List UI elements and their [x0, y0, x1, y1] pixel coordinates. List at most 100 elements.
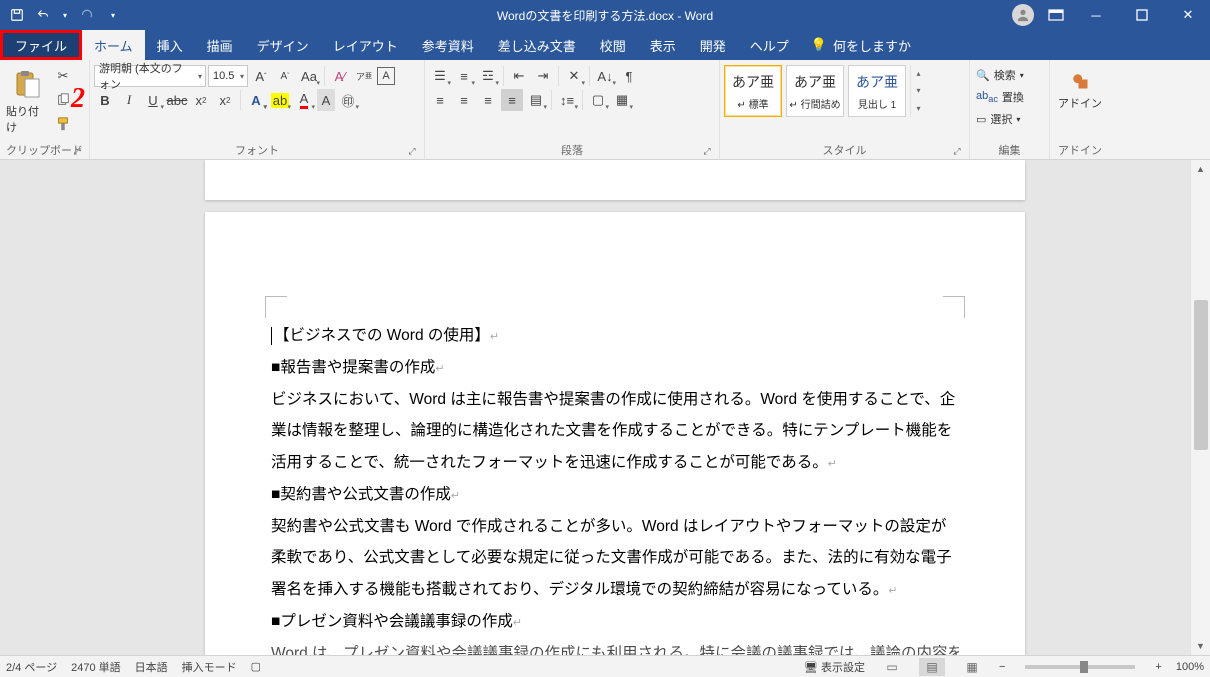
- tab-draw[interactable]: 描画: [195, 30, 245, 60]
- font-name-combo[interactable]: 游明朝 (本文のフォン: [94, 65, 206, 87]
- line-spacing-icon[interactable]: ↕≡: [556, 89, 578, 111]
- status-word-count[interactable]: 2470 単語: [71, 659, 121, 675]
- zoom-level[interactable]: 100%: [1176, 661, 1204, 673]
- clear-formatting-icon[interactable]: A⁄: [329, 65, 351, 87]
- macro-recording-icon[interactable]: ▢: [251, 660, 261, 673]
- margin-corner-tl: [265, 296, 287, 318]
- enclose-characters-icon[interactable]: ㊞: [337, 89, 359, 111]
- paragraph-launcher-icon[interactable]: ⤢: [701, 145, 713, 157]
- style-heading1[interactable]: あア亜 見出し 1: [848, 65, 906, 117]
- select-button[interactable]: ▭選択▾: [974, 109, 1026, 129]
- underline-icon[interactable]: U: [142, 89, 164, 111]
- status-language[interactable]: 日本語: [135, 659, 168, 675]
- view-print-layout-icon[interactable]: ▤: [919, 658, 945, 676]
- scroll-thumb[interactable]: [1194, 300, 1208, 450]
- italic-icon[interactable]: I: [118, 89, 140, 111]
- style-no-spacing[interactable]: あア亜 ↵ 行間詰め: [786, 65, 844, 117]
- justify-icon[interactable]: ≡: [501, 89, 523, 111]
- bullets-icon[interactable]: ☰: [429, 65, 451, 87]
- qat-customize-icon[interactable]: ▾: [104, 6, 122, 24]
- close-button[interactable]: ✕: [1166, 1, 1210, 29]
- tab-help[interactable]: ヘルプ: [738, 30, 801, 60]
- paste-button[interactable]: 貼り付け: [4, 65, 50, 139]
- grow-font-icon[interactable]: Aˆ: [250, 65, 272, 87]
- document-body[interactable]: 【ビジネスでの Word の使用】↵ ■報告書や提案書の作成↵ ビジネスにおいて…: [271, 320, 959, 655]
- increase-indent-icon[interactable]: ⇥: [532, 65, 554, 87]
- undo-icon[interactable]: [34, 6, 52, 24]
- view-web-layout-icon[interactable]: ▦: [959, 658, 985, 676]
- zoom-out-button[interactable]: −: [999, 661, 1005, 673]
- vertical-scrollbar[interactable]: ▲ ▼: [1190, 160, 1210, 655]
- tab-file[interactable]: ファイル: [0, 30, 82, 60]
- character-shading-icon[interactable]: A: [317, 89, 335, 111]
- tab-layout[interactable]: レイアウト: [321, 30, 410, 60]
- align-center-icon[interactable]: ≡: [453, 89, 475, 111]
- font-color-icon[interactable]: A: [293, 89, 315, 111]
- align-left-icon[interactable]: ≡: [429, 89, 451, 111]
- minimize-button[interactable]: ─: [1074, 1, 1118, 29]
- zoom-slider-handle[interactable]: [1080, 661, 1088, 673]
- scroll-down-icon[interactable]: ▼: [1191, 637, 1210, 655]
- search-icon: 🔍: [976, 69, 990, 82]
- cut-icon[interactable]: ✂: [52, 65, 74, 87]
- ribbon-display-options-icon[interactable]: [1040, 1, 1072, 29]
- scroll-up-icon[interactable]: ▲: [1191, 160, 1210, 178]
- character-border-icon[interactable]: A: [377, 67, 395, 85]
- display-settings[interactable]: 🖥 表示設定: [804, 659, 865, 675]
- zoom-in-button[interactable]: +: [1155, 661, 1161, 673]
- tab-developer[interactable]: 開発: [688, 30, 738, 60]
- bulb-icon: 💡: [811, 37, 827, 53]
- styles-launcher-icon[interactable]: ⤢: [951, 145, 963, 157]
- subscript-icon[interactable]: x2: [190, 89, 212, 111]
- superscript-icon[interactable]: x2: [214, 89, 236, 111]
- align-right-icon[interactable]: ≡: [477, 89, 499, 111]
- tab-home[interactable]: ホーム: [82, 30, 145, 60]
- show-marks-icon[interactable]: ¶: [618, 65, 640, 87]
- shading-icon[interactable]: ▢: [587, 89, 609, 111]
- copy-icon[interactable]: [52, 89, 74, 111]
- undo-dropdown-icon[interactable]: ▾: [60, 6, 70, 24]
- clipboard-launcher-icon[interactable]: ⤢: [71, 145, 83, 157]
- numbering-icon[interactable]: ≡: [453, 65, 475, 87]
- highlight-icon[interactable]: ab: [269, 89, 291, 111]
- asian-layout-icon[interactable]: ✕: [563, 65, 585, 87]
- zoom-slider[interactable]: [1025, 665, 1135, 669]
- shrink-font-icon[interactable]: Aˇ: [274, 65, 296, 87]
- status-page[interactable]: 2/4 ページ: [6, 659, 57, 675]
- tab-review[interactable]: 校閲: [588, 30, 638, 60]
- format-painter-icon[interactable]: [52, 113, 74, 135]
- status-insert-mode[interactable]: 挿入モード: [182, 659, 237, 675]
- sort-icon[interactable]: A↓: [594, 65, 616, 87]
- user-avatar[interactable]: [1012, 4, 1034, 26]
- distributed-icon[interactable]: ▤: [525, 89, 547, 111]
- bold-icon[interactable]: B: [94, 89, 116, 111]
- strikethrough-icon[interactable]: abc: [166, 89, 188, 111]
- font-launcher-icon[interactable]: ⤢: [406, 145, 418, 157]
- replace-button[interactable]: abac置換: [974, 87, 1026, 107]
- autosave-icon[interactable]: [8, 6, 26, 24]
- tab-design[interactable]: デザイン: [245, 30, 321, 60]
- text-effects-icon[interactable]: A: [245, 89, 267, 111]
- tab-view[interactable]: 表示: [638, 30, 688, 60]
- decrease-indent-icon[interactable]: ⇤: [508, 65, 530, 87]
- tell-me-search[interactable]: 💡 何をしますか: [801, 30, 921, 60]
- phonetic-guide-icon[interactable]: ア亜: [353, 65, 375, 87]
- multilevel-list-icon[interactable]: ☲: [477, 65, 499, 87]
- change-case-icon[interactable]: Aa: [298, 65, 320, 87]
- font-size-combo[interactable]: 10.5: [208, 65, 248, 87]
- styles-gallery-more[interactable]: ▴▾▾: [910, 65, 926, 117]
- document-page[interactable]: 【ビジネスでの Word の使用】↵ ■報告書や提案書の作成↵ ビジネスにおいて…: [205, 212, 1025, 655]
- find-button[interactable]: 🔍検索▾: [974, 65, 1026, 85]
- borders-icon[interactable]: ▦: [611, 89, 633, 111]
- style-heading1-label: 見出し 1: [858, 96, 896, 111]
- maximize-button[interactable]: [1120, 1, 1164, 29]
- addins-button[interactable]: アドイン: [1054, 65, 1106, 115]
- doc-subheading-3: ■プレゼン資料や会議議事録の作成: [271, 613, 513, 630]
- redo-icon[interactable]: [78, 6, 96, 24]
- tab-references[interactable]: 参考資料: [410, 30, 486, 60]
- tab-mailings[interactable]: 差し込み文書: [486, 30, 588, 60]
- style-no-spacing-label: ↵ 行間詰め: [789, 96, 840, 111]
- view-read-mode-icon[interactable]: ▭: [879, 658, 905, 676]
- style-normal[interactable]: あア亜 ↵ 標準: [724, 65, 782, 117]
- tab-insert[interactable]: 挿入: [145, 30, 195, 60]
